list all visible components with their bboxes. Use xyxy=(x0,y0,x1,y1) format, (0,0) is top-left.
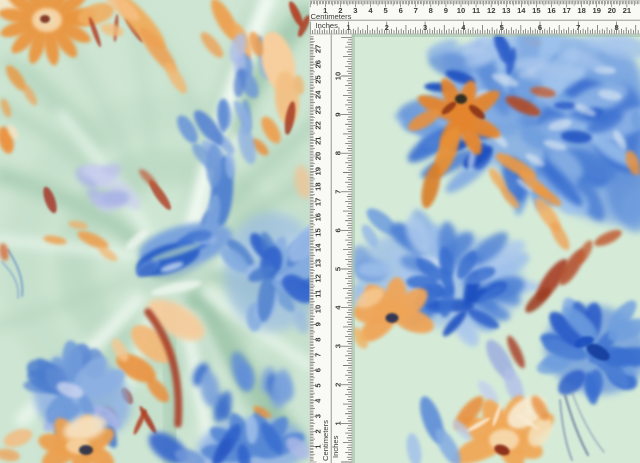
svg-text:18: 18 xyxy=(577,6,585,15)
svg-text:21: 21 xyxy=(623,6,632,15)
svg-text:25: 25 xyxy=(314,75,323,84)
svg-text:17: 17 xyxy=(314,198,323,206)
svg-text:13: 13 xyxy=(314,259,323,267)
svg-text:18: 18 xyxy=(314,182,323,190)
svg-text:8: 8 xyxy=(429,6,433,15)
svg-text:Inches: Inches xyxy=(331,435,340,458)
svg-text:10: 10 xyxy=(314,305,323,313)
svg-text:24: 24 xyxy=(314,90,323,99)
svg-text:7: 7 xyxy=(314,353,323,357)
svg-text:11: 11 xyxy=(314,289,323,298)
svg-text:3: 3 xyxy=(314,414,323,418)
svg-text:22: 22 xyxy=(314,121,323,129)
svg-text:20: 20 xyxy=(608,6,616,15)
svg-text:15: 15 xyxy=(532,6,541,15)
svg-text:20: 20 xyxy=(314,152,323,160)
svg-text:14: 14 xyxy=(314,243,323,252)
svg-text:6: 6 xyxy=(399,6,403,15)
svg-text:12: 12 xyxy=(487,6,495,15)
svg-text:6: 6 xyxy=(314,368,323,372)
svg-text:26: 26 xyxy=(314,60,323,68)
svg-text:27: 27 xyxy=(314,45,323,53)
svg-text:23: 23 xyxy=(314,106,323,114)
svg-text:10: 10 xyxy=(457,6,465,15)
svg-text:13: 13 xyxy=(502,6,510,15)
svg-text:8: 8 xyxy=(314,337,323,341)
svg-text:Centimeters: Centimeters xyxy=(321,420,330,461)
svg-text:9: 9 xyxy=(444,6,448,15)
svg-text:9: 9 xyxy=(314,322,323,326)
svg-text:21: 21 xyxy=(314,136,323,145)
svg-text:19: 19 xyxy=(592,6,600,15)
svg-text:3: 3 xyxy=(353,6,357,15)
svg-text:11: 11 xyxy=(472,6,481,15)
svg-text:15: 15 xyxy=(314,228,323,237)
svg-text:7: 7 xyxy=(414,6,418,15)
svg-text:17: 17 xyxy=(562,6,570,15)
svg-text:Inches: Inches xyxy=(316,21,339,30)
svg-text:16: 16 xyxy=(314,213,323,221)
svg-text:12: 12 xyxy=(314,274,323,282)
svg-text:Centimeters: Centimeters xyxy=(311,12,352,21)
svg-text:19: 19 xyxy=(314,167,323,175)
svg-text:16: 16 xyxy=(547,6,555,15)
svg-text:14: 14 xyxy=(517,6,526,15)
